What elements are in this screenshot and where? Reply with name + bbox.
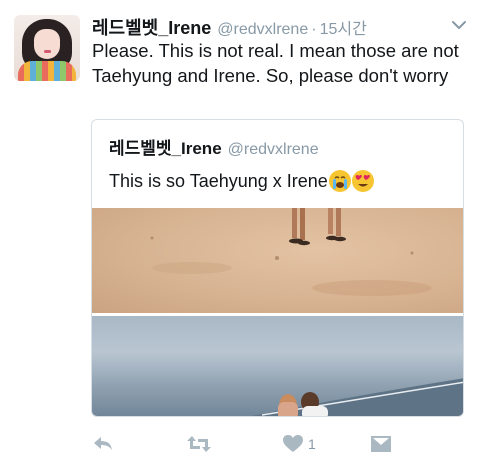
- quoted-tweet-card[interactable]: 레드벨벳_Irene @redvxlrene This is so Taehyu…: [91, 119, 464, 417]
- tweet[interactable]: 레드벨벳_Irene @redvxlrene · 15시간 Please. Th…: [0, 0, 480, 471]
- timestamp[interactable]: 15시간: [320, 15, 367, 39]
- reply-icon: [94, 437, 112, 450]
- quoted-user-handle: @redvxlrene: [227, 141, 319, 158]
- like-count: 1: [308, 436, 316, 452]
- user-handle[interactable]: @redvxlrene: [217, 21, 308, 39]
- quoted-tweet-text-row: This is so Taehyung x Irene: [109, 170, 374, 192]
- avatar-sweater: [18, 61, 76, 81]
- crying-face-emoji: [328, 170, 351, 192]
- quoted-tweet-text: This is so Taehyung x Irene: [109, 170, 328, 191]
- heart-icon: [283, 435, 303, 452]
- beach-sea-photo[interactable]: [92, 316, 463, 416]
- envelope-icon: [371, 436, 391, 452]
- retweet-button[interactable]: [186, 433, 212, 455]
- tweet-text: Please. This is not real. I mean those a…: [92, 40, 459, 86]
- reply-button[interactable]: [92, 433, 114, 455]
- avatar-lips: [44, 50, 51, 53]
- quoted-tweet-header: 레드벨벳_Irene @redvxlrene: [109, 134, 319, 159]
- avatar[interactable]: [14, 15, 80, 81]
- tweet-header: 레드벨벳_Irene @redvxlrene · 15시간: [92, 14, 367, 39]
- tweet-actions-bar: 1: [0, 425, 480, 465]
- chevron-down-icon[interactable]: [451, 17, 467, 33]
- beach-sand-photo[interactable]: [92, 208, 463, 313]
- heart-eyes-emoji: [351, 170, 374, 192]
- avatar-face: [34, 29, 60, 59]
- direct-message-button[interactable]: [371, 433, 391, 455]
- like-button[interactable]: 1: [283, 433, 316, 455]
- retweet-icon: [187, 436, 211, 452]
- quoted-display-name: 레드벨벳_Irene: [109, 139, 222, 158]
- display-name[interactable]: 레드벨벳_Irene: [92, 14, 211, 40]
- separator-dot: ·: [311, 21, 317, 38]
